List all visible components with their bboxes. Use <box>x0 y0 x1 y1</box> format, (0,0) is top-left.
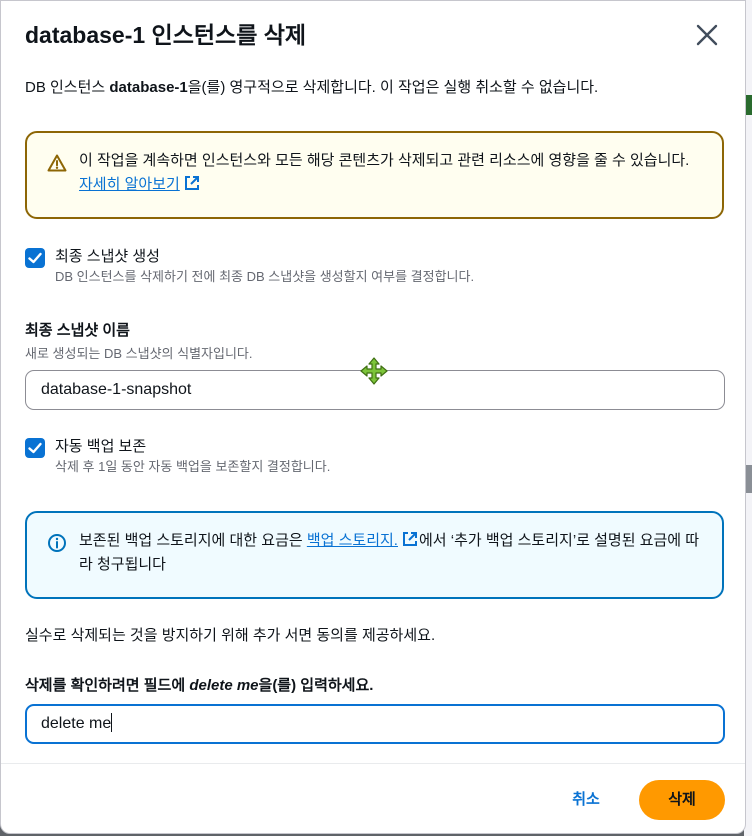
retain-backups-label: 자동 백업 보존 <box>55 438 147 455</box>
confirm-delete-input[interactable]: delete me <box>25 704 725 744</box>
learn-more-link[interactable]: 자세히 알아보기 <box>79 176 201 193</box>
dialog-intro: DB 인스턴스 database-1을(를) 영구적으로 삭제합니다. 이 작업… <box>25 77 598 99</box>
footer-divider <box>1 763 745 764</box>
confirm-keyword: delete me <box>189 677 259 694</box>
intro-instance-name: database-1 <box>109 79 188 96</box>
consent-text: 실수로 삭제되는 것을 방지하기 위해 추가 서면 동의를 제공하세요. <box>25 627 436 644</box>
warning-text: 이 작업을 계속하면 인스턴스와 모든 해당 콘텐츠가 삭제되고 관련 리소스에… <box>79 152 690 169</box>
info-text-before: 보존된 백업 스토리지에 대한 요금은 <box>79 532 307 549</box>
warning-alert: 이 작업을 계속하면 인스턴스와 모든 해당 콘텐츠가 삭제되고 관련 리소스에… <box>25 131 724 219</box>
checkmark-icon <box>28 442 42 454</box>
backup-storage-link[interactable]: 백업 스토리지. <box>307 532 419 549</box>
dialog-header: database-1 인스턴스를 삭제 <box>25 19 721 55</box>
backup-storage-label: 백업 스토리지. <box>306 532 398 549</box>
dialog-title: database-1 인스턴스를 삭제 <box>25 22 307 48</box>
checkmark-icon <box>28 252 42 264</box>
confirm-label: 삭제를 확인하려면 필드에 delete me을(를) 입력하세요. <box>25 675 373 697</box>
confirm-input-value: delete me <box>41 715 112 732</box>
info-alert: 보존된 백업 스토리지에 대한 요금은 백업 스토리지. 에서 ‘추가 백업 스토… <box>25 511 724 599</box>
move-cursor-icon <box>360 357 388 385</box>
external-link-icon <box>184 176 199 190</box>
intro-suffix: 을(를) 영구적으로 삭제합니다. 이 작업은 실행 취소할 수 없습니다. <box>187 79 599 96</box>
close-icon <box>696 24 718 46</box>
delete-instance-dialog: database-1 인스턴스를 삭제 DB 인스턴스 database-1을(… <box>0 0 746 834</box>
info-icon <box>48 534 66 552</box>
close-button[interactable] <box>693 21 721 49</box>
cancel-button[interactable]: 취소 <box>557 781 615 819</box>
learn-more-label: 자세히 알아보기 <box>79 176 180 193</box>
snapshot-name-label: 최종 스냅샷 이름 <box>25 322 130 339</box>
final-snapshot-checkbox[interactable] <box>25 248 45 268</box>
snapshot-name-description: 새로 생성되는 DB 스냅샷의 식별자입니다. <box>25 346 253 361</box>
delete-button[interactable]: 삭제 <box>639 780 725 820</box>
confirm-label-prefix: 삭제를 확인하려면 필드에 <box>25 677 190 694</box>
final-snapshot-description: DB 인스턴스를 삭제하기 전에 최종 DB 스냅샷을 생성할지 여부를 결정합… <box>55 269 475 284</box>
warning-icon <box>47 154 67 172</box>
external-link-icon <box>402 532 417 546</box>
final-snapshot-label: 최종 스냅샷 생성 <box>55 248 160 265</box>
intro-prefix: DB 인스턴스 <box>25 79 110 96</box>
confirm-label-suffix: 을(를) 입력하세요. <box>258 677 374 694</box>
retain-backups-checkbox[interactable] <box>25 438 45 458</box>
text-caret <box>111 713 113 732</box>
retain-backups-description: 삭제 후 1일 동안 자동 백업을 보존할지 결정합니다. <box>55 459 331 474</box>
